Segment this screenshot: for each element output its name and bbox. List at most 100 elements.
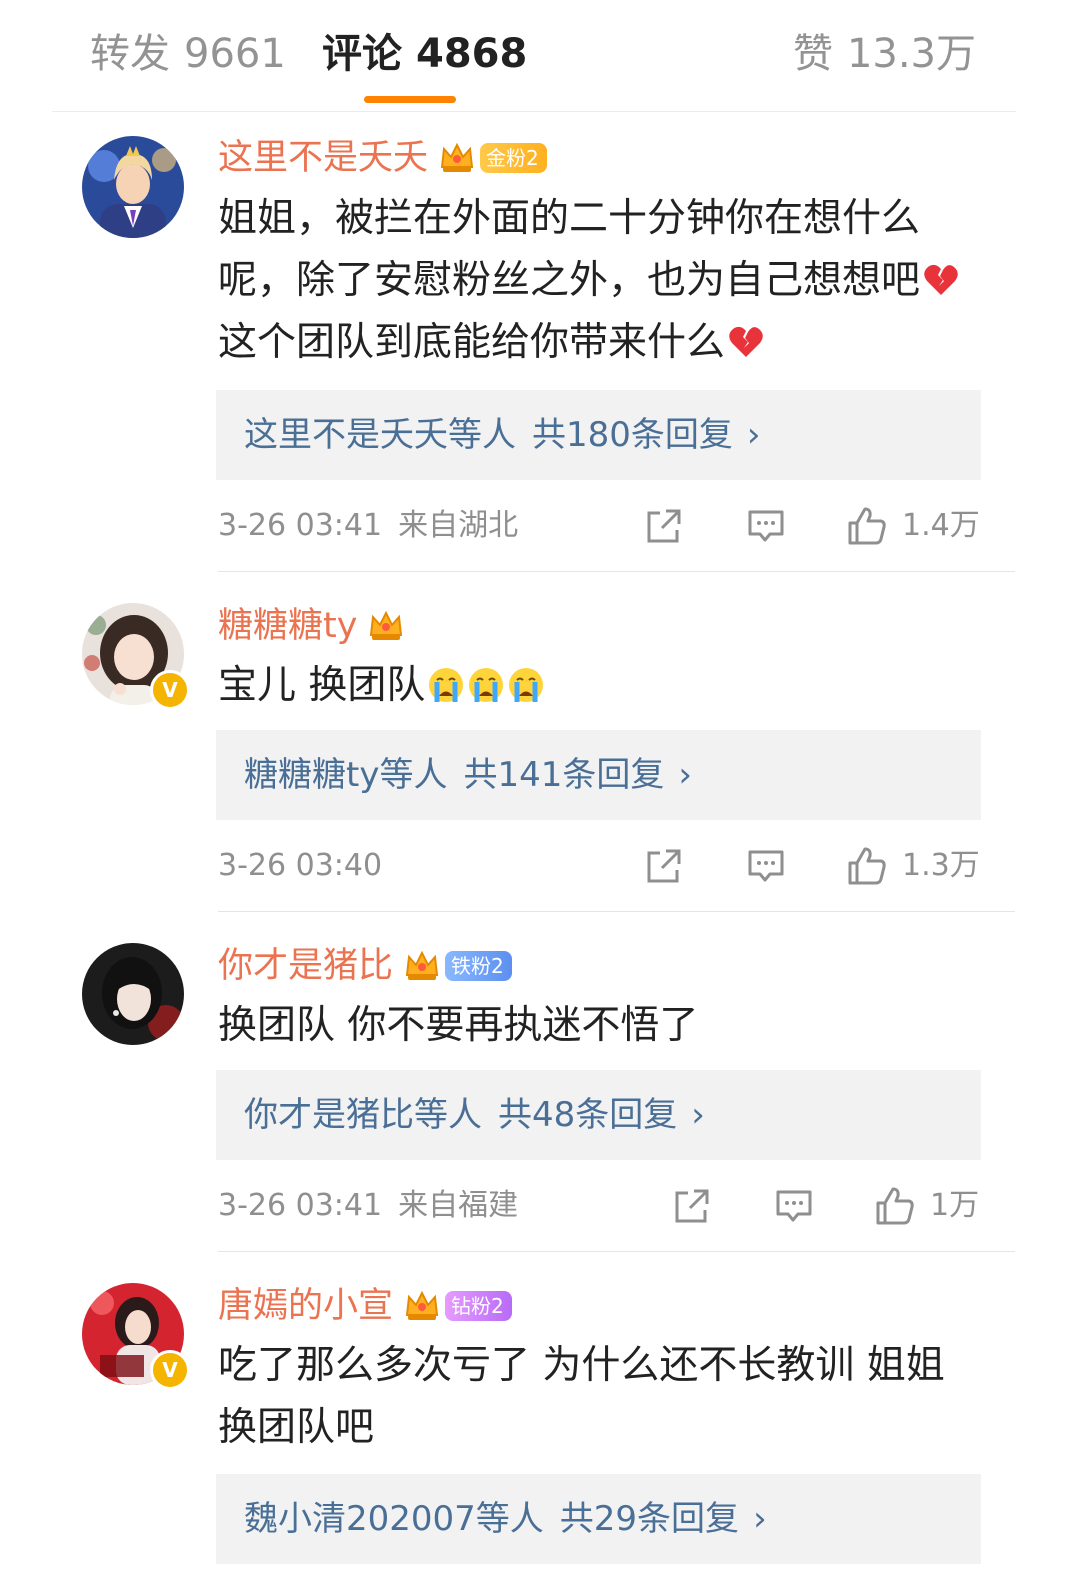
fan-badge: 钻粉2: [445, 1291, 512, 1321]
tab-comments-count: 4868: [416, 31, 528, 77]
tab-forward-label: 转发: [90, 31, 170, 77]
fan-badge: 金粉2: [480, 143, 547, 173]
avatar[interactable]: [82, 136, 184, 238]
verified-badge-icon: V: [150, 1350, 190, 1390]
comment-header: 唐嫣的小宣 钻粉2: [218, 1282, 512, 1330]
comment-text-line: 这个团队到底能给你带来什么: [218, 320, 726, 365]
comment-text-line: 宝儿 换团队: [218, 663, 426, 708]
share-button[interactable]: [644, 502, 684, 550]
username[interactable]: 糖糖糖ty: [218, 602, 357, 650]
comment-header: 这里不是夭夭 金粉2: [218, 134, 547, 182]
comment-location: 来自湖北: [398, 508, 519, 543]
chevron-right-icon: ›: [691, 1095, 705, 1135]
crying-face-icon: [427, 661, 465, 702]
tab-likes[interactable]: 赞 13.3万: [793, 30, 976, 78]
share-icon: [644, 846, 684, 886]
broken-heart-icon: [727, 318, 765, 357]
avatar[interactable]: [82, 943, 184, 1045]
comment-header: 糖糖糖ty: [218, 602, 405, 650]
crown-icon: [403, 947, 441, 985]
broken-heart-icon: [922, 256, 960, 295]
comment-divider: [218, 911, 1015, 912]
fan-badge: 铁粉2: [445, 951, 512, 981]
comment-meta: 3-26 03:41 来自湖北: [218, 502, 518, 550]
tab-forward[interactable]: 转发 9661: [90, 30, 286, 78]
comment-time: 3-26 03:41: [218, 1188, 383, 1223]
comment-text-line-with-emoji: 这个团队到底能给你带来什么: [218, 312, 998, 374]
comment-icon: [746, 846, 786, 886]
replies-summary-text: 这里不是夭夭等人 共180条回复 ›: [244, 390, 761, 480]
like-count: 1万: [930, 1188, 980, 1223]
share-button[interactable]: [644, 842, 684, 890]
share-icon: [672, 1186, 712, 1226]
chevron-right-icon: ›: [746, 415, 761, 455]
tabs-divider: [52, 111, 1016, 112]
thumbs-up-icon: [846, 845, 888, 887]
comment-icon: [746, 506, 786, 546]
like-button[interactable]: 1万: [874, 1182, 979, 1230]
comment-icon: [774, 1186, 814, 1226]
replies-summary[interactable]: 魏小清202007等人 共29条回复 ›: [216, 1474, 981, 1564]
reply-button[interactable]: [746, 842, 786, 890]
replies-summary-text: 糖糖糖ty等人 共141条回复 ›: [244, 730, 692, 820]
replies-who: 糖糖糖ty等人: [244, 755, 448, 795]
username[interactable]: 这里不是夭夭: [218, 134, 428, 182]
like-button[interactable]: 1.4万: [846, 502, 980, 550]
comment-text-line: 呢，除了安慰粉丝之外，也为自己想想吧: [218, 258, 921, 303]
replies-summary[interactable]: 这里不是夭夭等人 共180条回复 ›: [216, 390, 981, 480]
like-count: 1.4万: [902, 508, 980, 543]
replies-who: 这里不是夭夭等人: [244, 415, 516, 455]
crown-icon: [438, 139, 476, 177]
username[interactable]: 唐嫣的小宣: [218, 1282, 393, 1330]
tab-comments-label: 评论: [322, 31, 402, 77]
comment-text-line: 换团队 你不要再执迷不悟了: [218, 1003, 699, 1048]
comment-text: 吃了那么多次亏了 为什么还不长教训 姐姐 换团队吧: [218, 1335, 998, 1459]
reply-button[interactable]: [774, 1182, 814, 1230]
comment-meta: 3-26 03:41 来自福建: [218, 1182, 518, 1230]
crying-face-icon: [507, 661, 545, 702]
comment-meta: 3-26 03:40: [218, 842, 382, 890]
crown-icon: [367, 607, 405, 645]
replies-summary[interactable]: 你才是猪比等人 共48条回复 ›: [216, 1070, 981, 1160]
replies-count: 共180条回复: [532, 415, 733, 455]
verified-badge-icon: V: [150, 670, 190, 710]
comment-divider: [218, 1251, 1015, 1252]
comment-text: 宝儿 换团队: [218, 655, 998, 717]
reply-button[interactable]: [746, 502, 786, 550]
replies-count: 共48条回复: [498, 1095, 678, 1135]
comment-header: 你才是猪比 铁粉2: [218, 942, 512, 990]
comment-text-line: 换团队吧: [218, 1405, 375, 1450]
comment-time: 3-26 03:41: [218, 508, 383, 543]
thumbs-up-icon: [846, 505, 888, 547]
replies-who: 魏小清202007等人: [244, 1499, 544, 1539]
replies-summary[interactable]: 糖糖糖ty等人 共141条回复 ›: [216, 730, 981, 820]
tab-likes-label: 赞: [792, 31, 833, 77]
replies-summary-text: 魏小清202007等人 共29条回复 ›: [244, 1474, 767, 1564]
active-tab-indicator: [364, 96, 456, 103]
replies-summary-text: 你才是猪比等人 共48条回复 ›: [244, 1070, 705, 1160]
comment-text-line: 吃了那么多次亏了 为什么还不长教训 姐姐: [218, 1343, 945, 1388]
tab-comments[interactable]: 评论 4868: [322, 30, 527, 78]
like-button[interactable]: 1.3万: [846, 842, 980, 890]
replies-count: 共141条回复: [463, 755, 665, 795]
comment-text: 换团队 你不要再执迷不悟了: [218, 995, 998, 1057]
chevron-right-icon: ›: [678, 755, 692, 795]
username[interactable]: 你才是猪比: [218, 942, 393, 990]
tab-forward-count: 9661: [184, 31, 286, 77]
replies-count: 共29条回复: [559, 1499, 740, 1539]
comment-time: 3-26 03:40: [218, 848, 383, 883]
thumbs-up-icon: [874, 1185, 916, 1227]
replies-who: 你才是猪比等人: [244, 1095, 482, 1135]
share-icon: [644, 506, 684, 546]
comment-text-line: 姐姐，被拦在外面的二十分钟你在想什么: [218, 196, 921, 241]
like-count: 1.3万: [902, 848, 980, 883]
comment-text: 姐姐，被拦在外面的二十分钟你在想什么 呢，除了安慰粉丝之外，也为自己想想吧 这个…: [218, 188, 998, 374]
comment-tabs: 转发 9661 评论 4868 赞 13.3万: [0, 0, 1080, 112]
comment-location: 来自福建: [398, 1188, 519, 1223]
crown-icon: [403, 1287, 441, 1325]
chevron-right-icon: ›: [753, 1499, 767, 1539]
crying-face-icon: [467, 661, 505, 702]
tab-likes-count: 13.3万: [846, 31, 976, 77]
comment-text-line-with-emoji: 呢，除了安慰粉丝之外，也为自己想想吧: [218, 250, 998, 312]
share-button[interactable]: [672, 1182, 712, 1230]
